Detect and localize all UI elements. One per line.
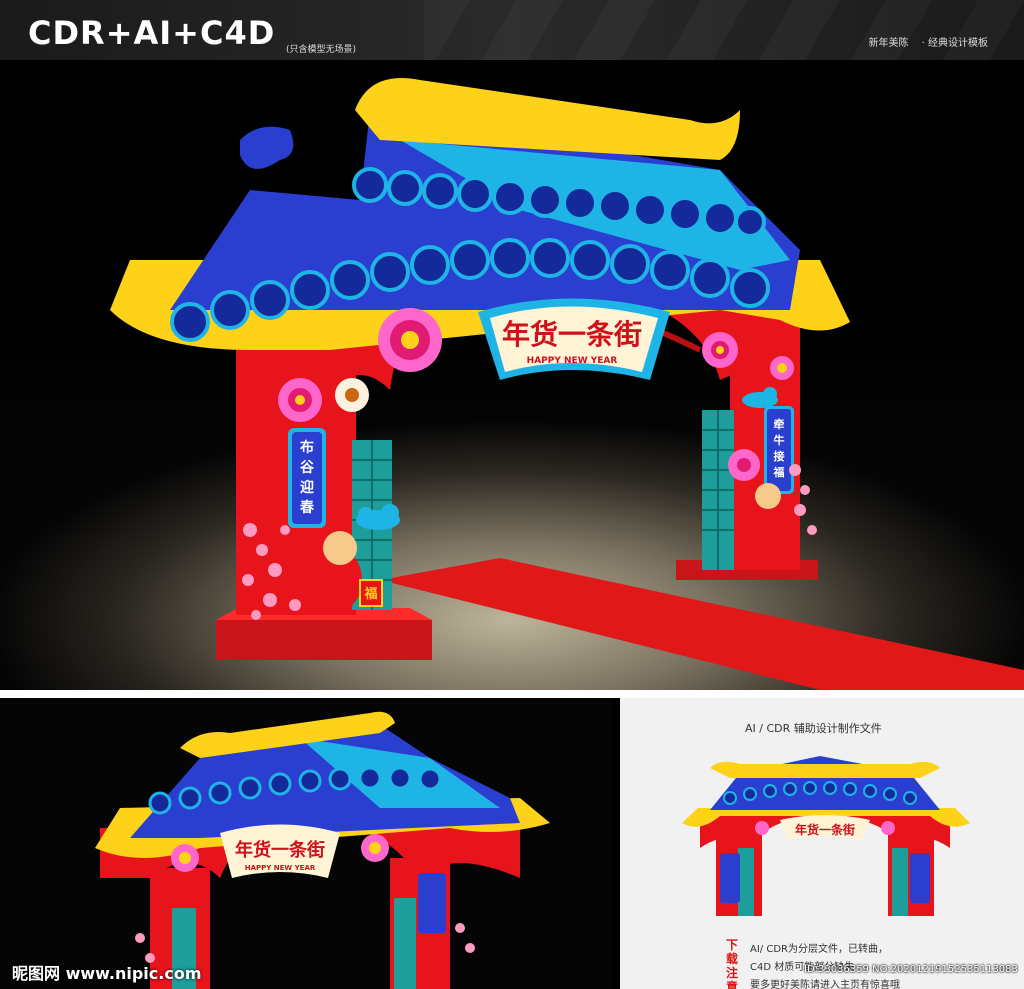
divider bbox=[0, 690, 1024, 698]
panel-banner-title: 年货一条街 bbox=[795, 822, 855, 837]
ox-mascot bbox=[753, 483, 783, 542]
note-line: AI/ CDR为分层文件，已转曲， bbox=[750, 944, 888, 955]
main-render-scene: 年货一条街 HAPPY NEW YEAR 布 谷 迎 春 牵 牛 接 福 福 bbox=[0, 60, 1024, 690]
arch-illustration: 年货一条街 HAPPY NEW YEAR 布 谷 迎 春 牵 牛 接 福 福 bbox=[110, 78, 1024, 690]
watermark-id: ID:33036359 NO:20201219152535113083 bbox=[804, 964, 1018, 975]
header-right-title: 新年美陈 bbox=[868, 38, 909, 49]
brand-note: (只含模型无场景) bbox=[286, 45, 357, 55]
left-plaque-char: 布 bbox=[300, 439, 314, 456]
svg-text:春: 春 bbox=[299, 499, 315, 516]
flower-icon bbox=[728, 449, 760, 481]
svg-text:迎: 迎 bbox=[300, 479, 314, 496]
thumbnail-arch: 年货一条街 HAPPY NEW YEAR bbox=[95, 711, 550, 989]
header-right-subtitle: · 经典设计模板 bbox=[921, 38, 988, 49]
flower-icon bbox=[278, 378, 322, 422]
flower-icon bbox=[335, 378, 369, 412]
header-bar: CDR+AI+C4D (只含模型无场景) 新年美陈 · 经典设计模板 bbox=[0, 0, 1024, 60]
preview-thumbnail: 年货一条街 HAPPY NEW YEAR bbox=[0, 698, 612, 989]
banner-subtitle: HAPPY NEW YEAR bbox=[527, 356, 618, 366]
watermark-logo: 昵图网 www.nipic.com bbox=[12, 964, 202, 983]
svg-text:福: 福 bbox=[773, 465, 785, 479]
svg-text:牛: 牛 bbox=[774, 433, 785, 447]
thumbnail-banner-subtitle: HAPPY NEW YEAR bbox=[245, 864, 316, 872]
brand-title: CDR+AI+C4D bbox=[28, 14, 276, 52]
panel-title: AI / CDR 辅助设计制作文件 bbox=[745, 722, 882, 735]
header-caption: 新年美陈 · 经典设计模板 bbox=[858, 34, 988, 49]
fu-sign: 福 bbox=[363, 586, 377, 602]
flower-icon bbox=[770, 356, 794, 380]
svg-text:接: 接 bbox=[774, 449, 785, 463]
header-pattern bbox=[424, 0, 1024, 60]
flower-icon bbox=[378, 308, 442, 372]
banner-title: 年货一条街 bbox=[502, 318, 642, 351]
flower-icon bbox=[702, 332, 738, 368]
note-line: 要多更好美陈请进入主页有惊喜哦 bbox=[750, 980, 900, 989]
download-note-heading: 下载注意 bbox=[726, 938, 739, 989]
roof-left-curl bbox=[240, 126, 294, 169]
svg-text:牵: 牵 bbox=[774, 417, 785, 431]
svg-text:谷: 谷 bbox=[300, 460, 315, 476]
left-base bbox=[216, 620, 432, 660]
thumbnail-banner-title: 年货一条街 bbox=[235, 839, 325, 861]
